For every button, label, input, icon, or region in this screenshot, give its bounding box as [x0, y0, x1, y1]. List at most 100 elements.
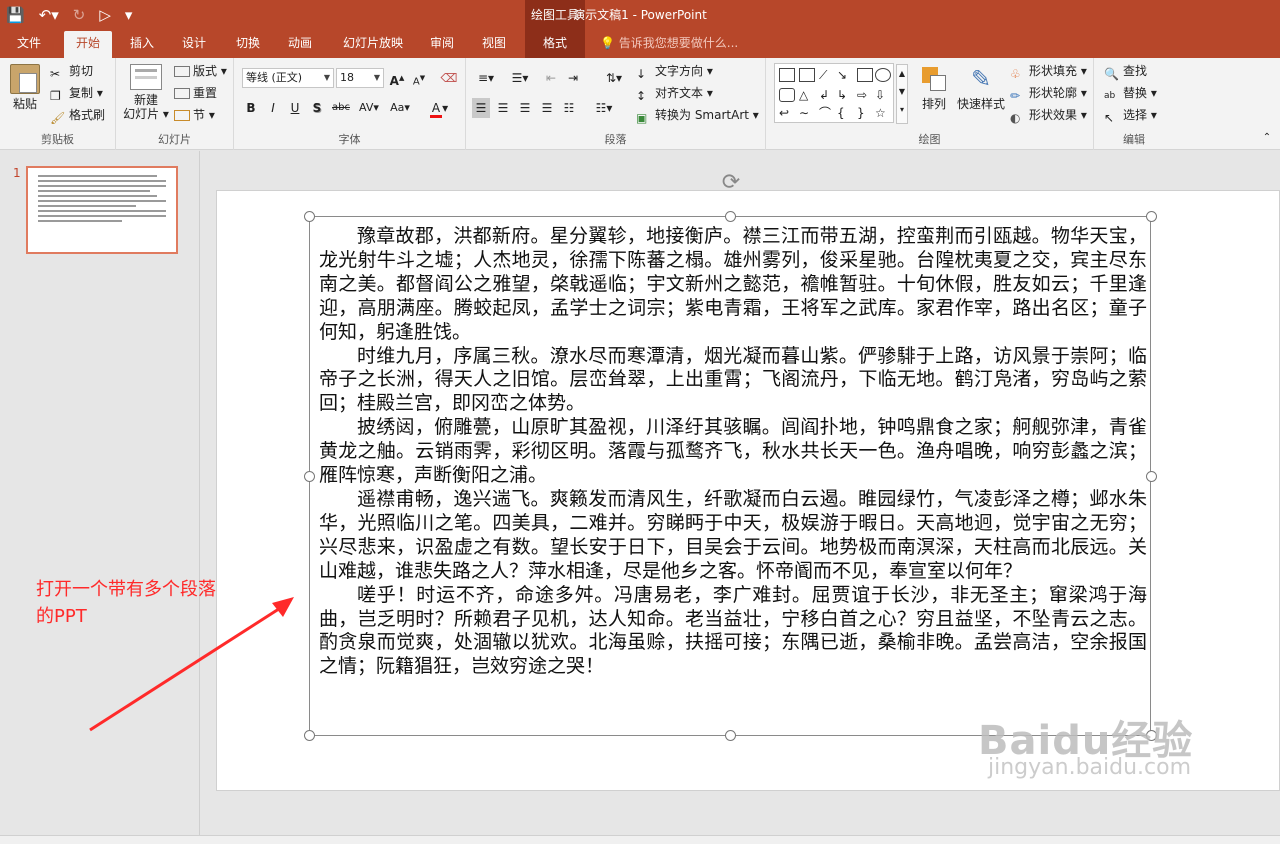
numbering-icon[interactable]: ☰▾ [506, 68, 534, 88]
change-case-button[interactable]: Aa▾ [386, 98, 414, 118]
rotate-handle-icon[interactable]: ⟳ [720, 172, 742, 194]
convert-smartart-button[interactable]: ▣ 转换为 SmartArt ▾ [636, 106, 759, 125]
undo-icon[interactable]: ↶▾ [39, 4, 59, 26]
save-icon[interactable]: 💾 [6, 4, 25, 26]
strikethrough-button[interactable]: abc [330, 98, 352, 118]
scissors-icon: ✂ [50, 66, 61, 81]
shape-fill-button[interactable]: ♧ 形状填充 ▾ [1010, 62, 1087, 81]
tab-review[interactable]: 审阅 [422, 31, 462, 58]
clipboard-group: 粘贴 ✂ 剪切 ❐ 复制 ▾ 🖌 格式刷 剪贴板 [0, 58, 116, 150]
paragraph-group: ≡▾ ☰▾ ⇤ ⇥ ⇅▾ ↓ 文字方向 ▾ ↕ 对齐文本 ▾ ▣ 转换为 SmartA… [466, 58, 766, 150]
align-left-icon[interactable]: ☰ [472, 98, 490, 118]
grow-font-button[interactable]: A▲ [388, 68, 406, 88]
resize-handle-right[interactable] [1146, 471, 1157, 482]
slide-thumbnail[interactable] [26, 166, 178, 254]
shapes-gallery-scroll[interactable]: ▲ ▼ ▾ [896, 64, 908, 124]
underline-button[interactable]: U [286, 98, 304, 118]
line-spacing-icon[interactable]: ⇅▾ [600, 68, 628, 88]
tab-transitions[interactable]: 切换 [228, 31, 268, 58]
bold-button[interactable]: B [242, 98, 260, 118]
reset-button[interactable]: 重置 [174, 84, 217, 102]
rectangle-shape-icon[interactable] [857, 68, 873, 82]
font-group: 等线 (正文) ▼ 18 ▼ A▲ A▼ ⌫ B I U S abc AV▾ Aa▾… [234, 58, 466, 150]
arrow-shape-icon[interactable]: ↘ [837, 68, 853, 82]
shape-effects-button[interactable]: ◐ 形状效果 ▾ [1010, 106, 1087, 125]
connector-shape-icon[interactable]: ↲ [819, 88, 835, 102]
slide-body-text[interactable]: 豫章故郡，洪都新府。星分翼轸，地接衡庐。襟三江而带五湖，控蛮荆而引瓯越。物华天宝… [319, 225, 1147, 679]
format-painter-button[interactable]: 🖌 格式刷 [50, 106, 105, 125]
brace-shape-icon[interactable]: } [857, 106, 873, 120]
increase-indent-icon[interactable]: ⇥ [564, 68, 582, 88]
section-icon [174, 110, 190, 121]
text-direction-button[interactable]: ↓ 文字方向 ▾ [636, 62, 713, 81]
columns-icon[interactable]: ☷▾ [590, 98, 618, 118]
star-shape-icon[interactable]: ☆ [875, 106, 891, 120]
resize-handle-top[interactable] [725, 211, 736, 222]
title-bar: 💾 ↶▾ ↻ ▷ ▾ 绘图工具 演示文稿1 - PowerPoint [0, 0, 1280, 58]
italic-button[interactable]: I [264, 98, 282, 118]
curve-shape-icon[interactable]: ∼ [799, 106, 815, 120]
font-color-button[interactable]: A ▾ [426, 98, 452, 118]
tab-animations[interactable]: 动画 [280, 31, 320, 58]
font-name-combo[interactable]: 等线 (正文) ▼ [242, 68, 334, 88]
tab-view[interactable]: 视图 [474, 31, 514, 58]
replace-button[interactable]: ab 替换 ▾ [1104, 84, 1157, 102]
arc-shape-icon[interactable]: ⌒ [819, 106, 835, 120]
arrange-button[interactable]: 排列 [914, 64, 954, 111]
distributed-icon[interactable]: ☷ [560, 98, 578, 118]
down-arrow-shape-icon[interactable]: ⇩ [875, 88, 891, 102]
copy-button[interactable]: ❐ 复制 ▾ [50, 84, 103, 103]
tell-me-box[interactable]: 💡 告诉我您想要做什么... [600, 31, 738, 56]
select-button[interactable]: ↖ 选择 ▾ [1104, 106, 1157, 125]
decrease-indent-icon[interactable]: ⇤ [542, 68, 560, 88]
quick-styles-button[interactable]: ✎ 快速样式 [954, 64, 1008, 111]
justify-icon[interactable]: ☰ [538, 98, 556, 118]
tab-insert[interactable]: 插入 [122, 31, 162, 58]
start-slideshow-icon[interactable]: ▷ [99, 4, 111, 26]
bullets-icon[interactable]: ≡▾ [472, 68, 500, 88]
align-text-button[interactable]: ↕ 对齐文本 ▾ [636, 84, 713, 103]
line-shape-icon[interactable]: ⟋ [819, 68, 835, 82]
paste-button[interactable]: 粘贴 [6, 64, 44, 111]
clear-formatting-icon[interactable]: ⌫ [440, 68, 458, 88]
textbox-shape-icon[interactable] [779, 68, 795, 82]
section-button[interactable]: 节 ▾ [174, 106, 215, 124]
elbow-shape-icon[interactable]: ↳ [837, 88, 853, 102]
resize-handle-left[interactable] [304, 471, 315, 482]
resize-handle-bottom[interactable] [725, 730, 736, 741]
font-size-combo[interactable]: 18 ▼ [336, 68, 384, 88]
rounded-rect-shape-icon[interactable] [779, 88, 795, 102]
clipboard-group-label: 剪贴板 [41, 133, 74, 146]
align-right-icon[interactable]: ☰ [516, 98, 534, 118]
oval-shape-icon[interactable] [875, 68, 891, 82]
tab-format[interactable]: 格式 [525, 31, 585, 58]
cursor-icon: ↖ [1104, 110, 1115, 125]
resize-handle-top-right[interactable] [1146, 211, 1157, 222]
tab-design[interactable]: 设计 [174, 31, 214, 58]
triangle-shape-icon[interactable]: △ [799, 88, 815, 102]
drawing-group: ⟋ ↘ △ ↲ ↳ ⇨ ⇩ ↩ ∼ ⌒ { } ☆ ▲ ▼ ▾ 排列 ✎ 快速样… [766, 58, 1094, 150]
smartart-icon: ▣ [636, 110, 648, 125]
shapes-gallery[interactable]: ⟋ ↘ △ ↲ ↳ ⇨ ⇩ ↩ ∼ ⌒ { } ☆ [774, 63, 894, 123]
shadow-button[interactable]: S [308, 98, 326, 118]
redo-icon[interactable]: ↻ [73, 4, 86, 26]
shape-outline-button[interactable]: ✏ 形状轮廓 ▾ [1010, 84, 1087, 103]
tab-slideshow[interactable]: 幻灯片放映 [336, 31, 410, 58]
collapse-ribbon-icon[interactable]: ⌃ [1258, 128, 1276, 148]
ribbon-tabs: 文件 开始 插入 设计 切换 动画 幻灯片放映 审阅 视图 格式 💡 告诉我您想… [0, 31, 1280, 58]
shrink-font-button[interactable]: A▼ [410, 68, 428, 88]
find-button[interactable]: 🔍 查找 [1104, 62, 1147, 81]
tab-file[interactable]: 文件 [8, 31, 50, 58]
resize-handle-top-left[interactable] [304, 211, 315, 222]
align-center-icon[interactable]: ☰ [494, 98, 512, 118]
new-slide-button[interactable]: 新建 幻灯片 ▾ [122, 64, 170, 121]
char-spacing-button[interactable]: AV▾ [356, 98, 382, 118]
right-arrow-shape-icon[interactable]: ⇨ [857, 88, 873, 102]
customize-qat-icon[interactable]: ▾ [125, 4, 133, 26]
tab-home[interactable]: 开始 [64, 31, 112, 58]
bracket-shape-icon[interactable]: { [837, 106, 853, 120]
freeform-shape-icon[interactable]: ↩ [779, 106, 795, 120]
cut-button[interactable]: ✂ 剪切 [50, 62, 93, 81]
vertical-textbox-shape-icon[interactable] [799, 68, 815, 82]
layout-button[interactable]: 版式 ▾ [174, 62, 227, 80]
